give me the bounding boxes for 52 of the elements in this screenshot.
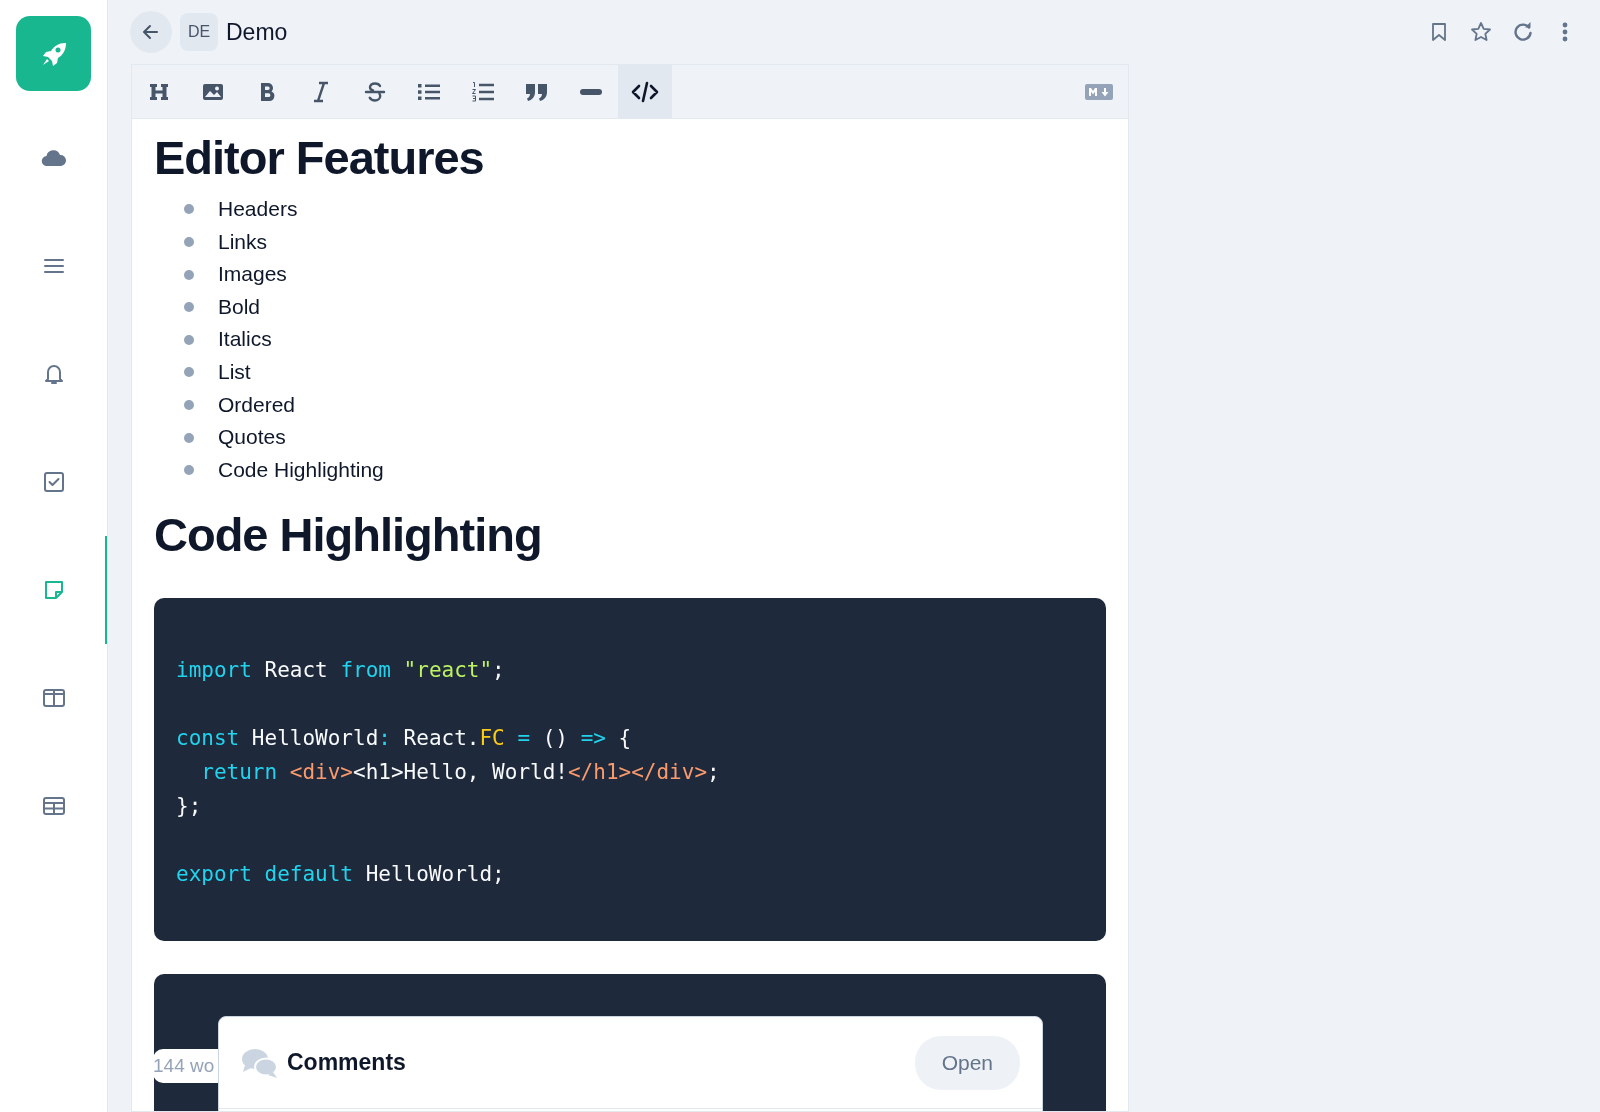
code-line: return <div><h1>Hello, World!</h1></div>; <box>200 759 720 787</box>
numbered-list-icon <box>471 81 495 103</box>
list-item: List <box>218 359 251 385</box>
bullet-icon <box>184 399 194 410</box>
bullet-list-icon <box>417 82 441 102</box>
bell-icon <box>42 362 65 386</box>
list-item: Italics <box>218 326 272 353</box>
bullet-icon <box>184 334 194 345</box>
table-icon <box>41 795 66 817</box>
heading: Editor Features <box>154 131 485 186</box>
initials-badge: DE <box>180 13 218 51</box>
bullet-icon <box>184 236 194 247</box>
checkbox-icon <box>42 471 65 493</box>
chat-bubbles-icon <box>241 1046 279 1079</box>
bullet-icon <box>184 432 194 443</box>
code-line: const HelloWorld: React.FC = () => { <box>176 725 632 753</box>
code-button[interactable] <box>618 65 672 119</box>
rocket-logo[interactable] <box>16 16 91 91</box>
image-icon <box>202 82 224 102</box>
list-item: Headers <box>218 196 298 223</box>
back-arrow-icon <box>141 22 161 42</box>
document-title: Demo <box>226 17 288 47</box>
bullet-icon <box>184 367 194 378</box>
list-item: Code Highlighting <box>218 456 384 483</box>
bullet-icon <box>184 302 194 313</box>
bullet-icon <box>184 269 194 280</box>
list-item: Quotes <box>218 424 286 451</box>
note-icon <box>42 579 65 601</box>
heading: Code Highlighting <box>154 508 543 563</box>
quote-icon <box>525 82 549 102</box>
back-button[interactable] <box>130 11 172 53</box>
italic-icon <box>312 81 330 103</box>
code-line: export default HelloWorld; <box>176 861 505 889</box>
code-line: import React from "react"; <box>176 657 505 685</box>
code-line: }; <box>176 793 202 821</box>
cloud-icon <box>40 149 67 167</box>
heading-icon <box>148 81 170 103</box>
list-item: Bold <box>218 293 261 320</box>
panel-title: Comments <box>287 1048 406 1078</box>
open-button[interactable]: Open <box>914 1035 1020 1090</box>
strikethrough-icon <box>364 81 386 103</box>
menu-icon <box>42 257 65 275</box>
columns-icon <box>41 687 66 709</box>
bold-icon <box>258 81 276 103</box>
list-item: Images <box>218 261 287 288</box>
markdown-icon <box>1085 83 1113 100</box>
list-item: Links <box>218 228 268 255</box>
word-count: 144 wo <box>153 1049 219 1083</box>
bullet-icon <box>184 204 194 215</box>
code-icon <box>631 81 659 103</box>
bullet-icon <box>184 465 194 476</box>
list-item: Ordered <box>218 391 296 418</box>
